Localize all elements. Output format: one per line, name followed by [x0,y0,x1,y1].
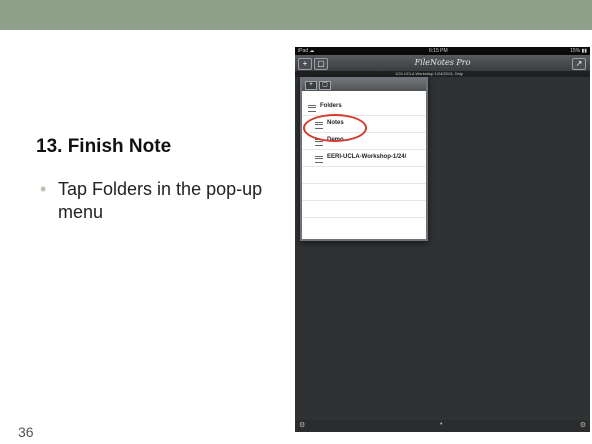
app-title: FileNotes Pro [414,58,471,67]
empty-row [302,185,426,201]
ipad-screenshot: iPad ☁ 6:15 PM 15% ▮▮ + ▢ FileNotes Pro … [295,47,590,432]
slide-title: 13. Finish Note [36,136,172,157]
menu-item-workshop[interactable]: EERI-UCLA-Workshop-1/24/ [302,151,426,167]
page-dot-icon: • [440,421,443,428]
page-number: 36 [18,424,34,440]
bullet-marker: • [40,179,47,199]
slide-header-bar [0,0,592,30]
folder-view-button[interactable]: ▢ [314,58,328,70]
status-device: iPad ☁ [298,48,315,54]
status-time: 6:15 PM [429,48,448,54]
popover-add-button[interactable]: + [305,81,317,90]
popover-header: + ▢ [302,79,426,91]
highlight-circle [303,114,367,142]
export-button[interactable]: ↗ [572,58,586,70]
menu-item-folders[interactable]: Folders [302,100,426,116]
bottom-toolbar: ⚙ • ⚙ [295,420,590,432]
status-battery: 15% ▮▮ [570,48,587,54]
folders-popover: + ▢ Folders Notes Demo EERI-UCLA-Worksho… [300,77,428,241]
menu-item-label: Folders [320,103,342,109]
popover-box-button[interactable]: ▢ [319,81,331,90]
add-button[interactable]: + [298,58,312,70]
status-bar: iPad ☁ 6:15 PM 15% ▮▮ [295,47,590,55]
settings-icon[interactable]: ⚙ [580,421,586,429]
list-icon [308,105,316,112]
empty-row [302,168,426,184]
bullet-point: • Tap Folders in the pop-up menu [40,178,270,224]
bullet-text: Tap Folders in the pop-up menu [58,179,263,222]
settings-icon[interactable]: ⚙ [299,421,305,429]
list-icon [315,156,323,163]
menu-item-label: EERI-UCLA-Workshop-1/24/ [327,154,407,160]
navigation-bar: + ▢ FileNotes Pro ↗ [295,55,590,71]
empty-row [302,202,426,218]
